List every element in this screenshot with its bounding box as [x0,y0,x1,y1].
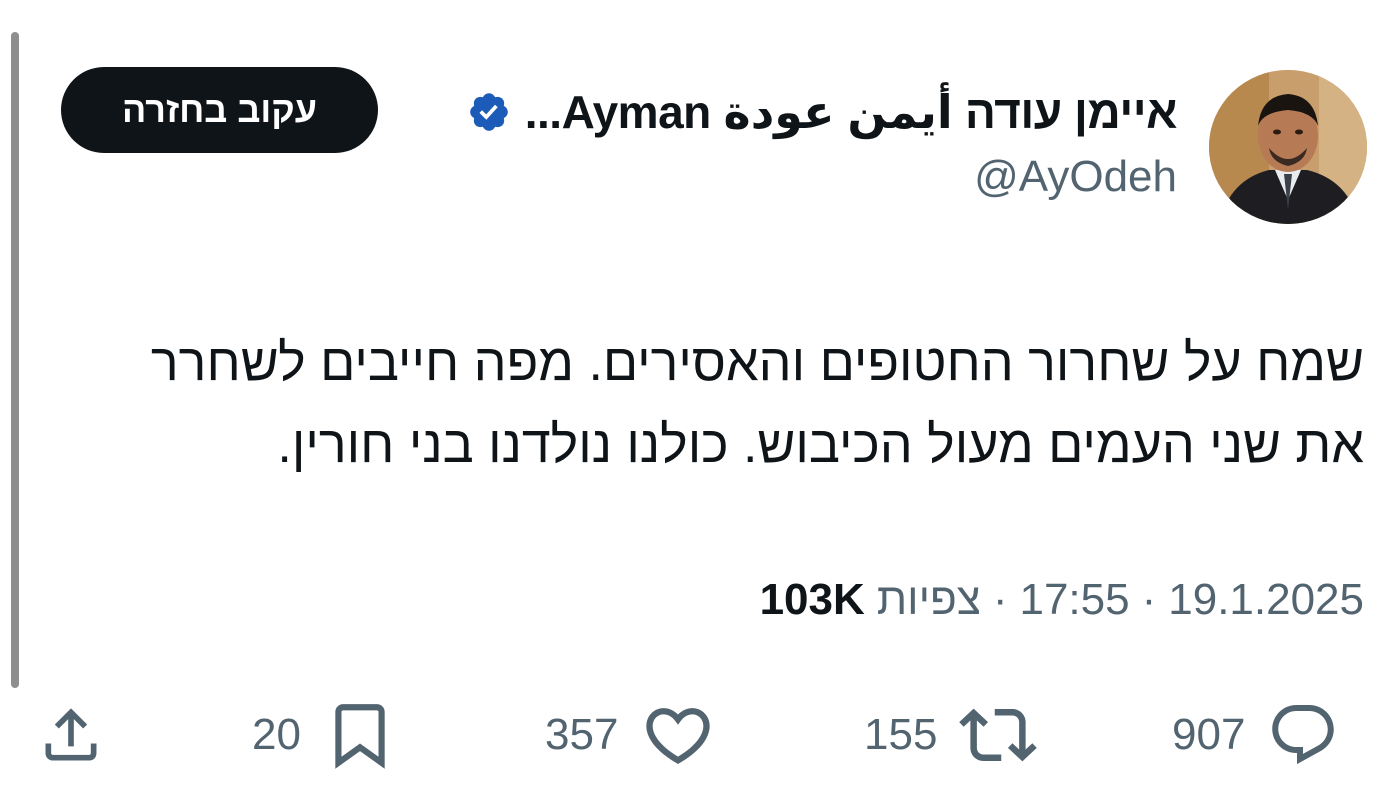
author-display-name[interactable]: איימן עודה أيمن عودة Ayman... [525,85,1178,139]
meta-separator: · [992,575,1008,624]
bookmark-count: 20 [252,710,301,759]
like-button[interactable]: 357 [545,690,716,780]
avatar-photo [1209,70,1367,224]
reply-count: 907 [1172,710,1246,759]
share-button[interactable] [37,690,105,780]
retweet-button[interactable]: 155 [864,690,1038,780]
like-icon [646,708,711,765]
retweet-count: 155 [864,710,938,759]
avatar[interactable] [1209,70,1367,224]
share-icon [45,708,97,761]
views-label[interactable]: צפיות [877,575,981,625]
tweet: איימן עודה أيمن عودة Ayman... @AyOdeh עק… [0,0,1400,801]
reply-icon [1272,705,1335,765]
like-count: 357 [545,710,619,759]
retweet-icon [959,708,1038,762]
verified-badge-icon[interactable] [467,90,511,134]
author-name-row: איימן עודה أيمن عودة Ayman... [467,82,1178,142]
tweet-date[interactable]: 19.1.2025 [1168,575,1364,625]
bookmark-icon [335,704,385,769]
reply-button[interactable]: 907 [1172,690,1339,780]
meta-separator: · [1141,575,1157,624]
tweet-text-line: את שני העמים מעול הכיבוש. כולנו נולדנו ב… [277,416,1364,474]
tweet-text: שמח על שחרור החטופים והאסירים. מפה חייבי… [44,322,1364,486]
views-count[interactable]: 103K [760,575,865,625]
tweet-text-line: שמח על שחרור החטופים והאסירים. מפה חייבי… [150,334,1364,392]
tweet-time[interactable]: 17:55 [1019,575,1129,625]
follow-back-button[interactable]: עקוב בחזרה [61,67,378,153]
tweet-meta: 103K צפיות · 17:55 · 19.1.2025 [760,570,1364,630]
bookmark-button[interactable]: 20 [252,690,397,780]
action-bar: 907 155 357 20 [0,690,1400,780]
author-handle[interactable]: @AyOdeh [974,152,1177,202]
